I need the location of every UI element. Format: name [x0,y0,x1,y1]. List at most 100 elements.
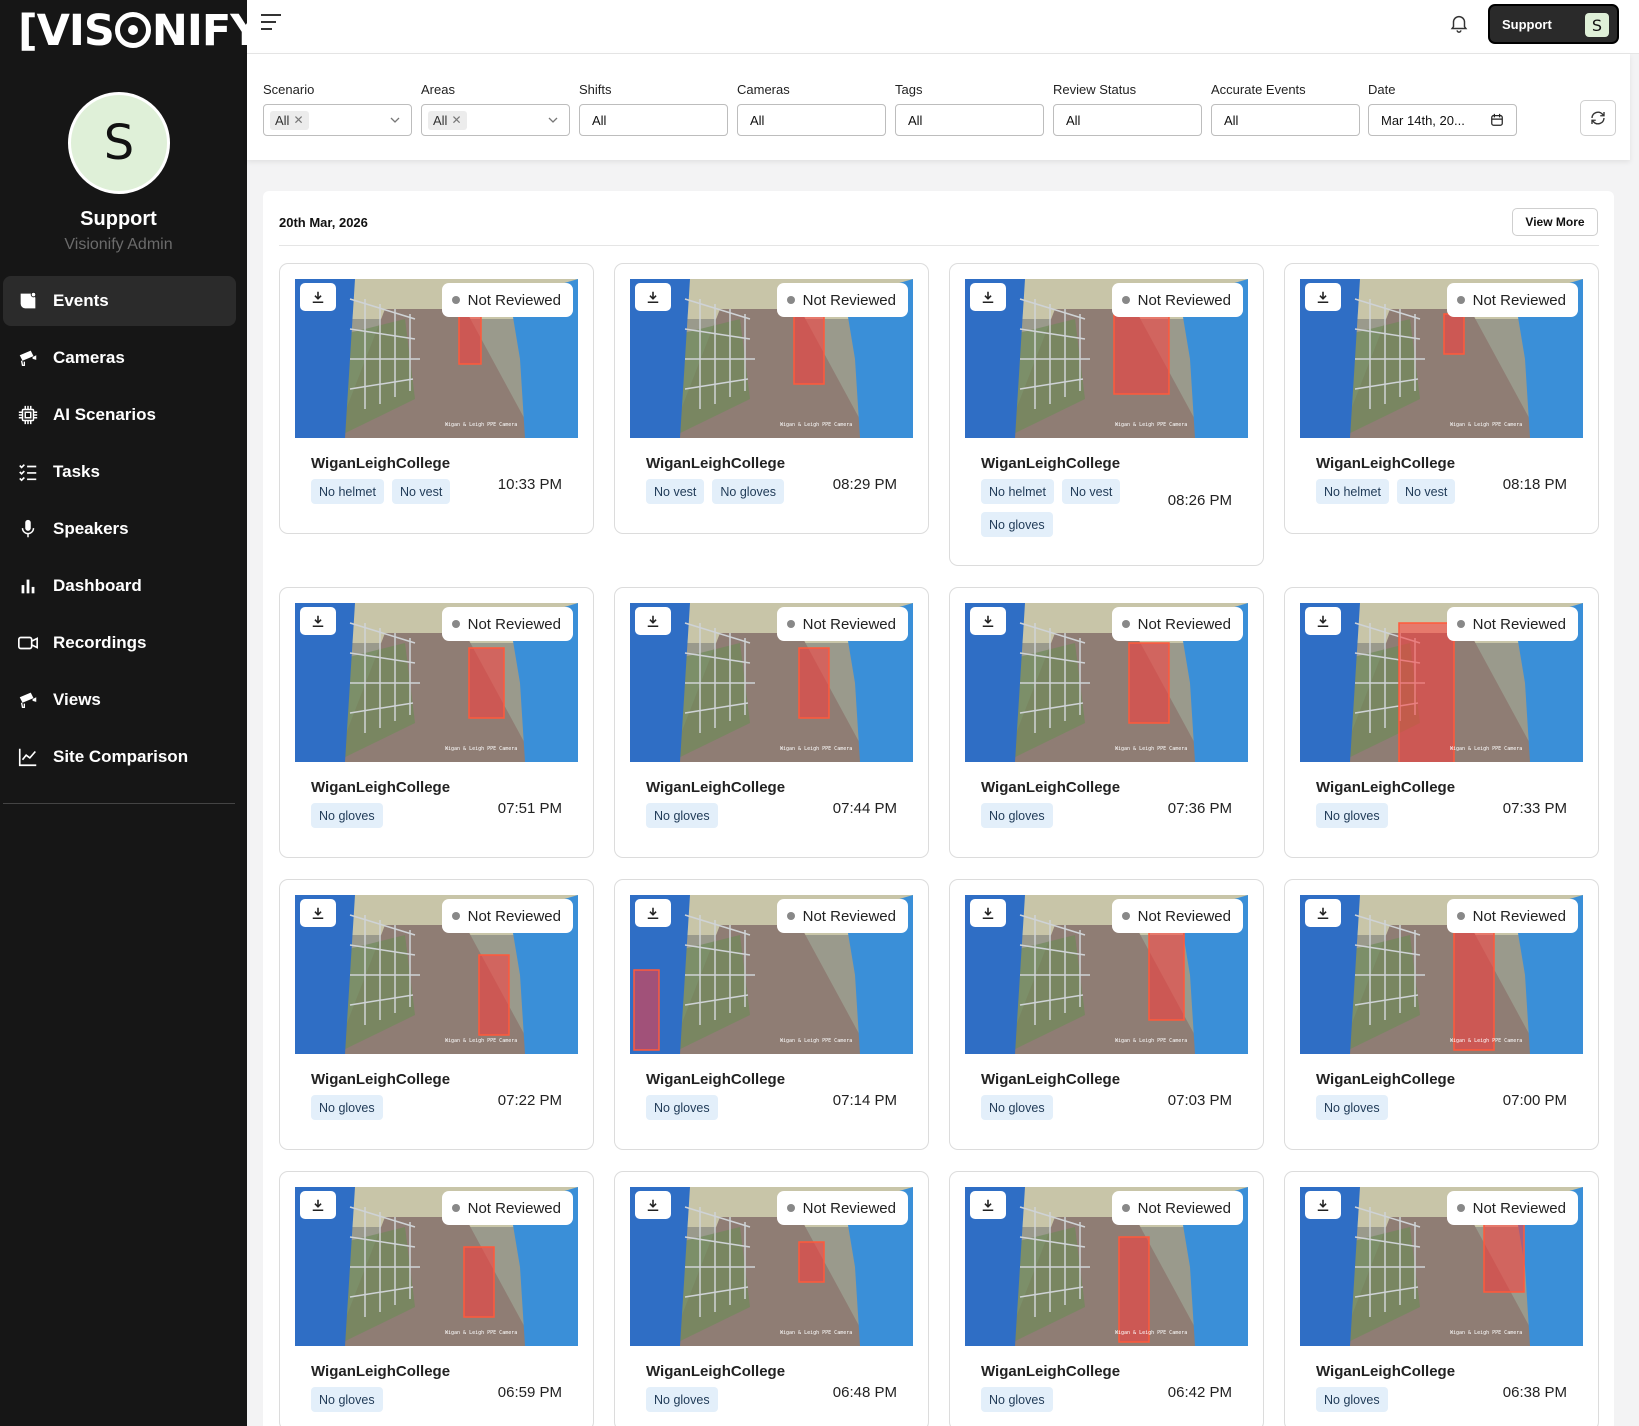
event-thumbnail[interactable]: Wigan & Leigh PPE Camera Not Reviewed [295,895,578,1054]
sidebar-item-dashboard[interactable]: Dashboard [3,561,236,611]
download-button[interactable] [635,899,671,927]
review-status-badge[interactable]: Not Reviewed [1446,899,1578,933]
event-card[interactable]: Wigan & Leigh PPE Camera Not Reviewed Wiga… [279,263,594,534]
event-thumbnail[interactable]: Wigan & Leigh PPE Camera Not Reviewed [295,279,578,438]
event-thumbnail[interactable]: Wigan & Leigh PPE Camera Not Reviewed [1300,603,1583,762]
date-select[interactable]: Mar 14th, 20... [1368,104,1517,136]
event-thumbnail[interactable]: Wigan & Leigh PPE Camera Not Reviewed [630,1187,913,1346]
review-status-badge[interactable]: Not Reviewed [1111,899,1243,933]
download-button[interactable] [1305,899,1341,927]
event-card[interactable]: Wigan & Leigh PPE Camera Not Reviewed Wiga… [279,1171,594,1426]
event-thumbnail[interactable]: Wigan & Leigh PPE Camera Not Reviewed [965,279,1248,438]
review-status-badge[interactable]: Not Reviewed [776,283,908,317]
event-card[interactable]: Wigan & Leigh PPE Camera Not Reviewed Wiga… [614,879,929,1150]
event-card[interactable]: Wigan & Leigh PPE Camera Not Reviewed Wiga… [279,587,594,858]
download-button[interactable] [300,283,336,311]
status-label: Not Reviewed [1472,907,1566,925]
review-status-badge[interactable]: Not Reviewed [1446,283,1578,317]
remove-chip-icon[interactable]: ✕ [451,113,461,127]
status-dot [1456,1204,1465,1212]
violation-tag: No gloves [981,803,1053,828]
event-card[interactable]: Wigan & Leigh PPE Camera Not Reviewed Wiga… [949,263,1264,566]
event-card[interactable]: Wigan & Leigh PPE Camera Not Reviewed Wiga… [949,879,1264,1150]
review-status-badge[interactable]: Not Reviewed [441,607,573,641]
accurate-events-select[interactable]: All [1211,104,1360,136]
event-card[interactable]: Wigan & Leigh PPE Camera Not Reviewed Wiga… [614,587,929,858]
review-status-badge[interactable]: Not Reviewed [441,283,573,317]
remove-chip-icon[interactable]: ✕ [293,113,303,127]
status-dot [1456,912,1465,920]
event-thumbnail[interactable]: Wigan & Leigh PPE Camera Not Reviewed [630,279,913,438]
review-status-select[interactable]: All [1053,104,1202,136]
sidebar-item-events[interactable]: Events [3,276,236,326]
sidebar-item-cameras[interactable]: Cameras [3,333,236,383]
event-thumbnail[interactable]: Wigan & Leigh PPE Camera Not Reviewed [965,603,1248,762]
event-thumbnail[interactable]: Wigan & Leigh PPE Camera Not Reviewed [295,603,578,762]
review-status-badge[interactable]: Not Reviewed [1446,1191,1578,1225]
sidebar-item-label: AI Scenarios [53,405,156,424]
download-button[interactable] [970,899,1006,927]
review-status-badge[interactable]: Not Reviewed [1111,607,1243,641]
event-card[interactable]: Wigan & Leigh PPE Camera Not Reviewed Wiga… [1284,263,1599,534]
event-thumbnail[interactable]: Wigan & Leigh PPE Camera Not Reviewed [1300,1187,1583,1346]
sidebar-item-recordings[interactable]: Recordings [3,618,236,668]
event-card[interactable]: Wigan & Leigh PPE Camera Not Reviewed Wiga… [279,879,594,1150]
events-date-heading: 20th Mar, 2026 [279,215,368,230]
event-thumbnail[interactable]: Wigan & Leigh PPE Camera Not Reviewed [630,895,913,1054]
cameras-select[interactable]: All [737,104,886,136]
download-button[interactable] [970,283,1006,311]
review-status-badge[interactable]: Not Reviewed [776,1191,908,1225]
download-button[interactable] [635,1191,671,1219]
tags-select[interactable]: All [895,104,1044,136]
events-icon [17,290,39,312]
user-avatar[interactable]: S [68,92,170,194]
review-status-badge[interactable]: Not Reviewed [776,899,908,933]
event-card[interactable]: Wigan & Leigh PPE Camera Not Reviewed Wiga… [949,587,1264,858]
download-button[interactable] [300,899,336,927]
download-button[interactable] [970,1191,1006,1219]
shifts-select[interactable]: All [579,104,728,136]
review-status-badge[interactable]: Not Reviewed [441,1191,573,1225]
view-more-button[interactable]: View More [1512,208,1598,236]
event-card[interactable]: Wigan & Leigh PPE Camera Not Reviewed Wiga… [1284,587,1599,858]
account-menu-button[interactable]: Support S [1488,4,1619,44]
sidebar-item-site-comparison[interactable]: Site Comparison [3,732,236,782]
status-dot [451,296,460,304]
areas-select[interactable]: All ✕ [421,104,570,136]
event-thumbnail[interactable]: Wigan & Leigh PPE Camera Not Reviewed [630,603,913,762]
review-status-badge[interactable]: Not Reviewed [441,899,573,933]
download-button[interactable] [635,607,671,635]
download-button[interactable] [635,283,671,311]
sidebar-item-tasks[interactable]: Tasks [3,447,236,497]
event-card[interactable]: Wigan & Leigh PPE Camera Not Reviewed Wiga… [1284,1171,1599,1426]
download-button[interactable] [1305,607,1341,635]
event-thumbnail[interactable]: Wigan & Leigh PPE Camera Not Reviewed [965,895,1248,1054]
sidebar-item-views[interactable]: Views [3,675,236,725]
sidebar-item-ai-scenarios[interactable]: AI Scenarios [3,390,236,440]
status-dot [451,912,460,920]
download-button[interactable] [300,607,336,635]
event-thumbnail[interactable]: Wigan & Leigh PPE Camera Not Reviewed [1300,279,1583,438]
menu-toggle-icon[interactable] [261,14,283,32]
event-card[interactable]: Wigan & Leigh PPE Camera Not Reviewed Wiga… [1284,879,1599,1150]
review-status-badge[interactable]: Not Reviewed [776,607,908,641]
refresh-button[interactable] [1580,100,1616,136]
review-status-badge[interactable]: Not Reviewed [1446,607,1578,641]
download-button[interactable] [1305,283,1341,311]
sidebar-divider [3,803,235,804]
review-status-badge[interactable]: Not Reviewed [1111,1191,1243,1225]
event-card[interactable]: Wigan & Leigh PPE Camera Not Reviewed Wiga… [949,1171,1264,1426]
review-status-badge[interactable]: Not Reviewed [1111,283,1243,317]
violation-tag: No helmet [981,479,1054,504]
event-card[interactable]: Wigan & Leigh PPE Camera Not Reviewed Wiga… [614,263,929,534]
download-button[interactable] [970,607,1006,635]
event-thumbnail[interactable]: Wigan & Leigh PPE Camera Not Reviewed [1300,895,1583,1054]
download-button[interactable] [300,1191,336,1219]
notification-bell-icon[interactable] [1448,12,1470,34]
event-thumbnail[interactable]: Wigan & Leigh PPE Camera Not Reviewed [965,1187,1248,1346]
download-button[interactable] [1305,1191,1341,1219]
event-thumbnail[interactable]: Wigan & Leigh PPE Camera Not Reviewed [295,1187,578,1346]
event-card[interactable]: Wigan & Leigh PPE Camera Not Reviewed Wiga… [614,1171,929,1426]
sidebar-item-speakers[interactable]: Speakers [3,504,236,554]
scenario-select[interactable]: All ✕ [263,104,412,136]
